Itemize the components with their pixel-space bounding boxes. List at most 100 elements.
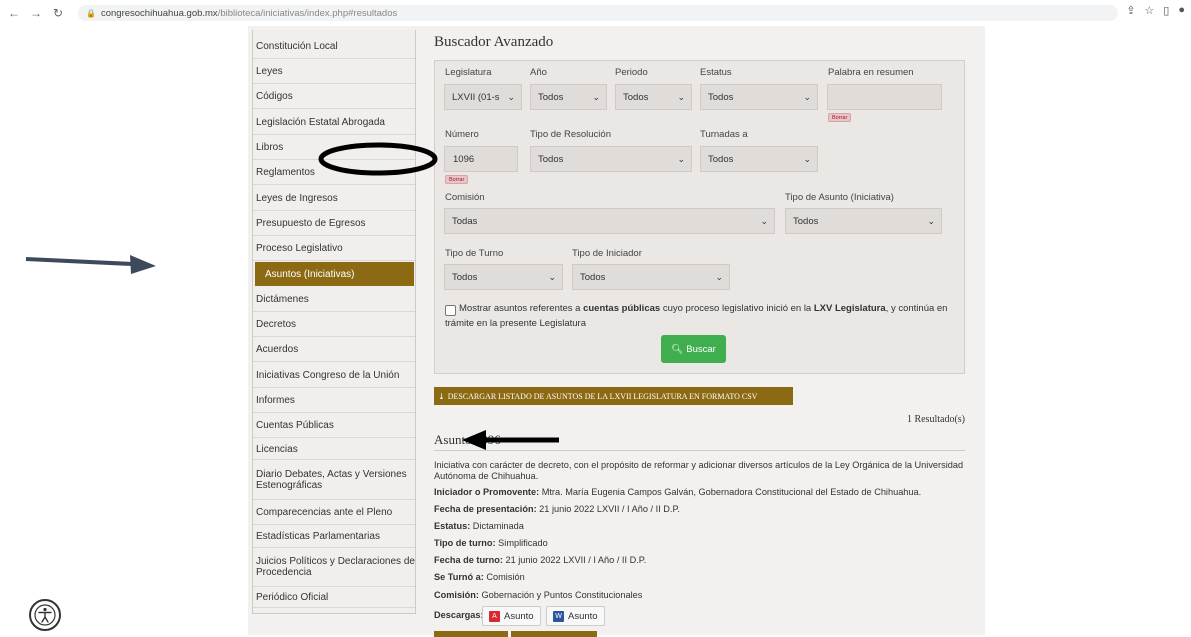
- tipo-asunto-label: Tipo de Asunto (Iniciativa): [785, 192, 894, 203]
- chevron-down-icon: ⌄: [760, 216, 768, 226]
- numero-label: Número: [445, 129, 479, 140]
- search-button[interactable]: 🔍︎ Buscar: [661, 335, 726, 363]
- share-icon[interactable]: ⇪: [1126, 4, 1135, 17]
- url-path: /biblioteca/iniciativas/index.php#result…: [217, 7, 398, 19]
- cuentas-publicas-checkbox-label-line2: trámite en la presente Legislatura: [445, 318, 586, 329]
- sidebar-item[interactable]: Licencias: [253, 439, 415, 460]
- chevron-down-icon: ⌄: [927, 216, 935, 226]
- chevron-down-icon: ⌄: [677, 92, 685, 102]
- cuentas-publicas-checkbox-label: Mostrar asuntos referentes a cuentas púb…: [459, 303, 948, 314]
- turnadas-select[interactable]: Todos ⌄: [700, 146, 818, 172]
- asunto-iniciador: Iniciador o Promovente: Mtra. María Euge…: [434, 487, 922, 497]
- numero-input[interactable]: 1096: [444, 146, 518, 172]
- results-count: 1 Resultado(s): [906, 414, 965, 425]
- page-title: Buscador Avanzado: [434, 34, 554, 50]
- periodo-select[interactable]: Todos ⌄: [615, 84, 692, 110]
- back-icon[interactable]: ←: [6, 6, 22, 20]
- side-panel-icon[interactable]: ▯: [1163, 4, 1169, 17]
- action-button-2[interactable]: [511, 631, 597, 637]
- sidebar-item[interactable]: Informes: [253, 388, 415, 413]
- sidebar-item[interactable]: Iniciativas Congreso de la Unión: [253, 363, 415, 388]
- accessibility-icon[interactable]: [29, 599, 61, 631]
- sidebar-item[interactable]: Acuerdos: [253, 337, 415, 362]
- asunto-comision: Comisión: Gobernación y Puntos Constituc…: [434, 590, 643, 600]
- turnadas-label: Turnadas a: [700, 129, 748, 140]
- pdf-icon: A: [489, 610, 500, 622]
- chevron-down-icon: ⌄: [677, 154, 685, 164]
- sidebar-item[interactable]: Presupuesto de Egresos: [253, 211, 415, 236]
- sidebar-item[interactable]: Asuntos (Iniciativas): [255, 262, 414, 286]
- download-csv-button[interactable]: ⤓ DESCARGAR LISTADO DE ASUNTOS DE LA LXVI…: [434, 387, 793, 405]
- sidebar-item[interactable]: Estadísticas Parlamentarias: [253, 525, 415, 548]
- tipo-resolucion-label: Tipo de Resolución: [530, 129, 611, 140]
- periodo-label: Periodo: [615, 67, 648, 78]
- borrar-palabra-button[interactable]: Borrar: [828, 113, 852, 122]
- chevron-down-icon: ⌄: [803, 154, 811, 164]
- reload-icon[interactable]: ↻: [50, 6, 66, 20]
- advanced-search-panel: Legislatura LXVII (01-s ⌄ Año Todos ⌄ Peri…: [434, 60, 965, 374]
- comision-label: Comisión: [445, 192, 485, 203]
- chevron-down-icon: ⌄: [507, 92, 515, 102]
- download-word-button[interactable]: W Asunto: [546, 606, 605, 626]
- lock-icon: 🔒: [86, 8, 96, 18]
- asunto-fecha-turno: Fecha de turno: 21 junio 2022 LXVII / I …: [434, 555, 647, 565]
- sidebar-nav: Constitución Local Leyes Códigos Legislació…: [252, 30, 416, 614]
- sidebar-item[interactable]: Leyes: [253, 59, 415, 84]
- accessibility-figure-icon: [34, 604, 56, 626]
- browser-toolbar: ← → ↻ 🔒 congresochihuahua.gob.mx/bibliot…: [0, 0, 1191, 26]
- profile-icon[interactable]: ●: [1178, 4, 1185, 17]
- sidebar-item[interactable]: Periódico Oficial: [253, 587, 415, 608]
- cuentas-publicas-checkbox[interactable]: [445, 305, 456, 316]
- asunto-title: Asunto 1096: [434, 432, 501, 447]
- chevron-down-icon: ⌄: [592, 92, 600, 102]
- divider: [434, 450, 965, 451]
- estatus-select[interactable]: Todos ⌄: [700, 84, 818, 110]
- action-button-1[interactable]: [434, 631, 508, 637]
- borrar-numero-button[interactable]: Borrar: [445, 175, 469, 184]
- asunto-fecha-presentacion: Fecha de presentación: 21 junio 2022 LXV…: [434, 504, 680, 514]
- asunto-description: Iniciativa con carácter de decreto, con …: [434, 460, 964, 481]
- tipo-asunto-select[interactable]: Todos ⌄: [785, 208, 942, 234]
- sidebar-item[interactable]: Diario Debates, Actas y Versiones Esteno…: [253, 460, 415, 500]
- sidebar-item[interactable]: Comparecencias ante el Pleno: [253, 500, 415, 525]
- sidebar-item[interactable]: Legislación Estatal Abrogada: [253, 110, 415, 135]
- asunto-se-turno: Se Turnó a: Comisión: [434, 572, 525, 582]
- search-icon: 🔍︎: [671, 343, 684, 355]
- asunto-estatus: Estatus: Dictaminada: [434, 521, 524, 531]
- sidebar-item[interactable]: Decretos: [253, 312, 415, 337]
- word-icon: W: [553, 610, 564, 622]
- sidebar-item[interactable]: Juicios Políticos y Declaraciones de Pro…: [253, 548, 415, 587]
- legislatura-label: Legislatura: [445, 67, 492, 78]
- download-pdf-button[interactable]: A Asunto: [482, 606, 541, 626]
- chevron-down-icon: ⌄: [803, 92, 811, 102]
- sidebar-item[interactable]: Constitución Local: [253, 34, 415, 59]
- url-host: congresochihuahua.gob.mx: [100, 7, 218, 19]
- comision-select[interactable]: Todas ⌄: [444, 208, 775, 234]
- tipo-turno-select[interactable]: Todos ⌄: [444, 264, 563, 290]
- sidebar-item[interactable]: Proceso Legislativo: [253, 236, 415, 261]
- tipo-iniciador-select[interactable]: Todos ⌄: [572, 264, 730, 290]
- forward-icon[interactable]: →: [28, 6, 44, 20]
- address-bar[interactable]: 🔒 congresochihuahua.gob.mx/biblioteca/in…: [78, 5, 1118, 21]
- sidebar-item[interactable]: Reglamentos: [253, 160, 415, 185]
- anio-select[interactable]: Todos ⌄: [530, 84, 607, 110]
- tipo-resolucion-select[interactable]: Todos ⌄: [530, 146, 692, 172]
- estatus-label: Estatus: [700, 67, 732, 78]
- legislatura-select[interactable]: LXVII (01-s ⌄: [444, 84, 522, 110]
- chevron-down-icon: ⌄: [715, 272, 723, 282]
- palabra-input[interactable]: [827, 84, 942, 110]
- page: Constitución Local Leyes Códigos Legislació…: [0, 26, 1191, 637]
- tipo-turno-label: Tipo de Turno: [445, 248, 504, 259]
- bookmark-star-icon[interactable]: ☆: [1144, 4, 1154, 17]
- anio-label: Año: [530, 67, 547, 78]
- sidebar-item[interactable]: Dictámenes: [253, 287, 415, 312]
- sidebar-item[interactable]: Libros: [253, 135, 415, 160]
- tipo-iniciador-label: Tipo de Iniciador: [572, 248, 642, 259]
- asunto-tipo-turno: Tipo de turno: Simplificado: [434, 538, 548, 548]
- sidebar-item[interactable]: Leyes de Ingresos: [253, 186, 415, 211]
- sidebar-item[interactable]: Cuentas Públicas: [253, 413, 415, 438]
- chevron-down-icon: ⌄: [548, 272, 556, 282]
- sidebar-item[interactable]: Códigos: [253, 84, 415, 109]
- download-icon: ⤓: [438, 391, 445, 401]
- palabra-label: Palabra en resumen: [828, 67, 914, 78]
